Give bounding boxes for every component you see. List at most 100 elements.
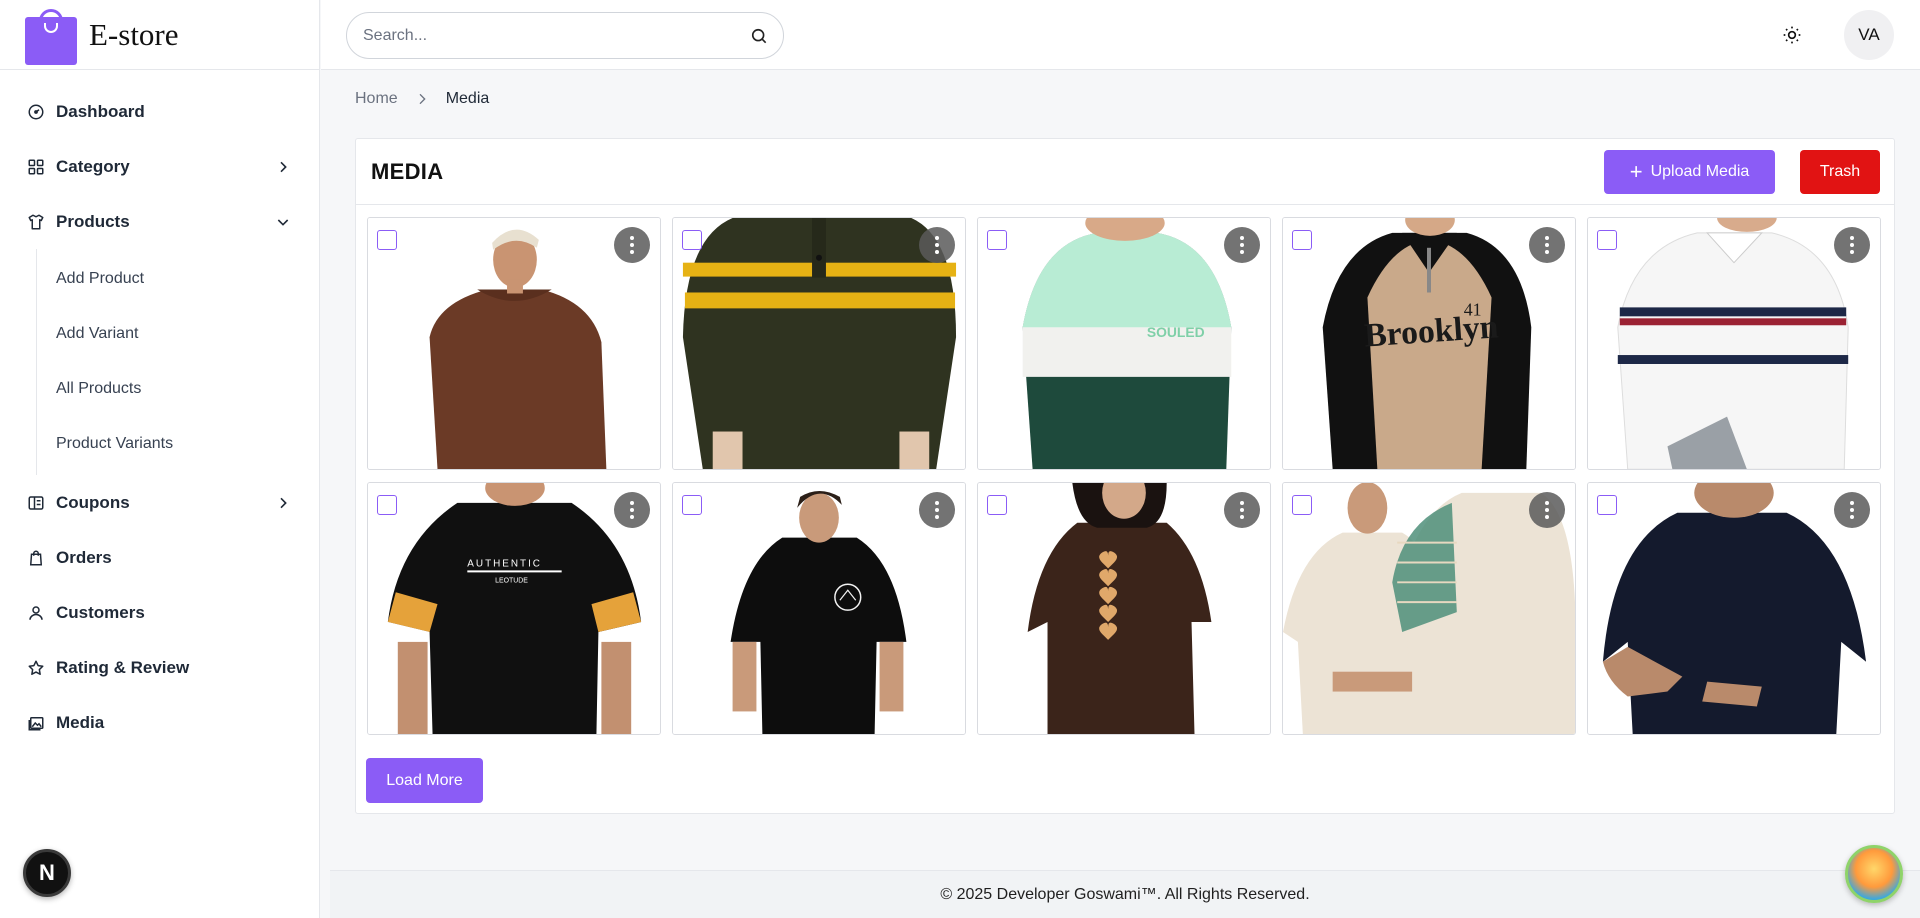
- sidebar-item-customers[interactable]: Customers: [0, 585, 319, 640]
- select-checkbox[interactable]: [987, 230, 1007, 250]
- sidebar-item-coupons[interactable]: Coupons: [0, 475, 319, 530]
- breadcrumb-current: Media: [445, 90, 490, 107]
- more-vertical-icon[interactable]: [1529, 227, 1565, 263]
- media-tile[interactable]: [672, 217, 966, 470]
- breadcrumb-home[interactable]: Home: [355, 90, 398, 108]
- grid-icon: [26, 157, 46, 177]
- media-tile[interactable]: [1587, 217, 1881, 470]
- sidebar-item-label: Products: [56, 211, 130, 231]
- upload-media-button[interactable]: + Upload Media: [1604, 149, 1775, 194]
- select-checkbox[interactable]: [377, 495, 397, 515]
- sidebar-item-label: Dashboard: [56, 101, 145, 121]
- select-checkbox[interactable]: [682, 495, 702, 515]
- chevron-down-icon: [277, 218, 289, 226]
- more-vertical-icon[interactable]: [1529, 492, 1565, 528]
- select-checkbox[interactable]: [1292, 230, 1312, 250]
- svg-text:SOULED: SOULED: [1147, 324, 1205, 340]
- image-icon: [26, 713, 46, 733]
- sidebar-item-media[interactable]: Media: [0, 695, 319, 750]
- chevron-right-icon: [280, 497, 287, 508]
- select-checkbox[interactable]: [1597, 495, 1617, 515]
- media-tile[interactable]: [1282, 482, 1576, 735]
- media-thumbnail: Brooklyn 41: [1283, 218, 1575, 469]
- select-checkbox[interactable]: [1597, 230, 1617, 250]
- sidebar-nav: Dashboard Category Products Add Product …: [0, 70, 319, 750]
- media-thumbnail: AUTHENTIC LEOTUDE: [368, 483, 660, 734]
- select-checkbox[interactable]: [682, 230, 702, 250]
- upload-media-label: Upload Media: [1650, 162, 1750, 180]
- sidebar-item-label: Orders: [56, 547, 112, 567]
- subnav-item-add-product[interactable]: Add Product: [37, 251, 319, 306]
- media-thumbnail: [673, 218, 965, 469]
- sidebar-item-label: Customers: [56, 602, 145, 622]
- media-card-header: MEDIA + Upload Media Trash: [356, 139, 1894, 205]
- breadcrumb: Home Media: [355, 90, 489, 108]
- subnav-item-product-variants[interactable]: Product Variants: [37, 416, 319, 471]
- sidebar: E-store Dashboard Category Products Add …: [0, 0, 320, 918]
- more-vertical-icon[interactable]: [1224, 492, 1260, 528]
- media-tile[interactable]: [367, 217, 661, 470]
- search-bar: [346, 12, 784, 59]
- select-checkbox[interactable]: [377, 230, 397, 250]
- avatar[interactable]: VA: [1844, 10, 1894, 60]
- sidebar-item-orders[interactable]: Orders: [0, 530, 319, 585]
- user-icon: [26, 603, 46, 623]
- more-vertical-icon[interactable]: [1224, 227, 1260, 263]
- media-thumbnail: [673, 483, 965, 734]
- svg-text:41: 41: [1464, 299, 1482, 319]
- media-tile[interactable]: Brooklyn 41: [1282, 217, 1576, 470]
- media-thumbnail: [368, 218, 660, 469]
- sidebar-item-label: Coupons: [56, 492, 130, 512]
- more-vertical-icon[interactable]: [614, 492, 650, 528]
- media-tile[interactable]: [672, 482, 966, 735]
- topbar: VA: [321, 0, 1920, 70]
- footer: © 2025 Developer Goswami™. All Rights Re…: [330, 870, 1920, 918]
- shirt-icon: [26, 212, 46, 232]
- select-checkbox[interactable]: [987, 495, 1007, 515]
- subnav-item-add-variant[interactable]: Add Variant: [37, 306, 319, 361]
- svg-text:LEOTUDE: LEOTUDE: [495, 577, 528, 584]
- media-thumbnail: [1283, 483, 1575, 734]
- sidebar-item-label: Rating & Review: [56, 657, 190, 677]
- shopping-bag-logo-icon: [25, 8, 77, 65]
- media-thumbnail: [978, 483, 1270, 734]
- bag-icon: [26, 548, 46, 568]
- more-vertical-icon[interactable]: [919, 492, 955, 528]
- media-tile[interactable]: [977, 482, 1271, 735]
- media-tile[interactable]: SOULED: [977, 217, 1271, 470]
- load-more-button[interactable]: Load More: [366, 758, 483, 803]
- media-thumbnail: [1588, 218, 1880, 469]
- media-tile[interactable]: AUTHENTIC LEOTUDE: [367, 482, 661, 735]
- products-subnav: Add Product Add Variant All Products Pro…: [36, 249, 319, 475]
- theme-toggle-sun-icon[interactable]: [1777, 20, 1807, 50]
- ticket-icon: [26, 493, 46, 513]
- subnav-item-all-products[interactable]: All Products: [37, 361, 319, 416]
- more-vertical-icon[interactable]: [1834, 227, 1870, 263]
- select-checkbox[interactable]: [1292, 495, 1312, 515]
- chevron-right-icon: [280, 161, 287, 172]
- next-dev-badge[interactable]: N: [23, 849, 71, 897]
- page-title: MEDIA: [371, 158, 444, 184]
- search-icon[interactable]: [749, 26, 769, 46]
- more-vertical-icon[interactable]: [919, 227, 955, 263]
- footer-copyright: © 2025 Developer Goswami™. All Rights Re…: [940, 885, 1310, 903]
- sidebar-item-products[interactable]: Products: [0, 194, 319, 249]
- more-vertical-icon[interactable]: [614, 227, 650, 263]
- sidebar-item-dashboard[interactable]: Dashboard: [0, 84, 319, 139]
- sidebar-item-label: Media: [56, 712, 105, 732]
- gauge-icon: [26, 102, 46, 122]
- trash-button[interactable]: Trash: [1800, 149, 1880, 194]
- media-thumbnail: [1588, 483, 1880, 734]
- sidebar-item-label: Category: [56, 156, 130, 176]
- media-tile[interactable]: [1587, 482, 1881, 735]
- plus-icon: +: [1629, 158, 1643, 184]
- more-vertical-icon[interactable]: [1834, 492, 1870, 528]
- sidebar-item-category[interactable]: Category: [0, 139, 319, 194]
- media-grid: SOULED Brooklyn 41 AUTHENTIC LEOTUDE: [367, 217, 1881, 735]
- svg-text:AUTHENTIC: AUTHENTIC: [467, 558, 542, 569]
- sidebar-item-rating-review[interactable]: Rating & Review: [0, 640, 319, 695]
- brand[interactable]: E-store: [0, 0, 319, 70]
- search-input[interactable]: [363, 26, 749, 45]
- floating-beach-avatar-icon[interactable]: [1845, 845, 1903, 903]
- chevron-right-icon: [419, 93, 426, 105]
